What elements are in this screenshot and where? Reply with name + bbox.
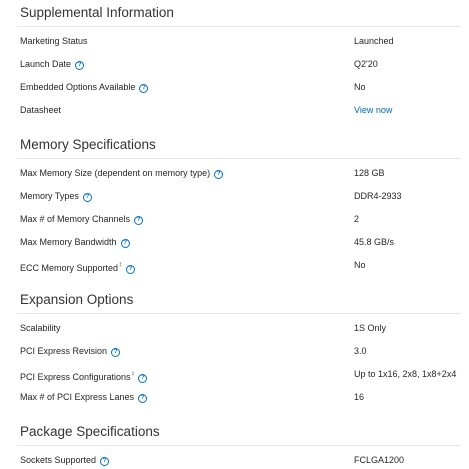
spec-row-pcie-lanes: Max # of PCI Express Lanes? 16 [20, 390, 461, 404]
spec-row-pcie-revision: PCI Express Revision? 3.0 [20, 344, 461, 358]
help-icon[interactable]: ? [138, 394, 148, 403]
spec-row-max-memory-size: Max Memory Size (dependent on memory typ… [20, 166, 461, 180]
section-package-specifications: Package Specifications Sockets Supported… [17, 422, 461, 466]
section-title: Expansion Options [20, 292, 134, 307]
spec-row-scalability: Scalability 1S Only [20, 321, 461, 335]
spec-label: PCI Express Configurations‡? [20, 367, 148, 384]
spec-row-datasheet: Datasheet View now [20, 103, 461, 117]
spec-value: Q2'20 [354, 59, 378, 69]
spec-label: ECC Memory Supported‡? [20, 258, 135, 275]
spec-value: 128 GB [354, 168, 385, 178]
spec-row-ecc-memory: ECC Memory Supported‡? No [20, 258, 461, 275]
help-icon[interactable]: ? [138, 374, 148, 383]
spec-label: Sockets Supported? [20, 453, 110, 467]
help-icon[interactable]: ? [111, 348, 121, 357]
help-icon[interactable]: ? [125, 265, 135, 274]
section-title: Memory Specifications [20, 137, 156, 152]
help-icon[interactable]: ? [214, 170, 224, 179]
spec-row-sockets-supported: Sockets Supported? FCLGA1200 [20, 453, 461, 467]
spec-label: Max # of Memory Channels? [20, 212, 144, 226]
section-divider [17, 158, 461, 159]
help-icon[interactable]: ? [82, 193, 92, 202]
section-divider [17, 445, 461, 446]
spec-value: DDR4-2933 [354, 191, 402, 201]
spec-label: Marketing Status [20, 36, 88, 46]
section-title: Supplemental Information [20, 5, 174, 20]
spec-value: 2 [354, 214, 360, 224]
spec-label: Memory Types? [20, 189, 92, 203]
spec-row-marketing-status: Marketing Status Launched [20, 34, 461, 48]
spec-value: FCLGA1200 [354, 455, 405, 465]
datasheet-view-now-link[interactable]: View now [354, 103, 392, 117]
spec-value: 45.8 GB/s [354, 237, 395, 247]
help-icon[interactable]: ? [139, 84, 149, 93]
spec-row-launch-date: Launch Date? Q2'20 [20, 57, 461, 71]
section-divider [17, 313, 461, 314]
spec-value: No [354, 260, 366, 270]
section-supplemental-information: Supplemental Information Marketing Statu… [17, 3, 461, 115]
spec-page: Supplemental Information Marketing Statu… [0, 0, 469, 469]
spec-row-embedded-options: Embedded Options Available? No [20, 80, 461, 94]
help-icon[interactable]: ? [75, 61, 85, 70]
spec-row-memory-channels: Max # of Memory Channels? 2 [20, 212, 461, 226]
section-memory-specifications: Memory Specifications Max Memory Size (d… [17, 135, 461, 274]
spec-value: Launched [354, 36, 394, 46]
spec-row-pcie-configurations: PCI Express Configurations‡? Up to 1x16,… [20, 367, 461, 384]
spec-row-memory-types: Memory Types? DDR4-2933 [20, 189, 461, 203]
help-icon[interactable]: ? [100, 457, 110, 466]
section-expansion-options: Expansion Options Scalability 1S Only PC… [17, 290, 461, 403]
spec-label: Launch Date? [20, 57, 85, 71]
spec-value: No [354, 82, 366, 92]
footnote-marker: ‡ [131, 371, 135, 377]
section-title: Package Specifications [20, 424, 160, 439]
spec-value: 1S Only [354, 323, 387, 333]
section-divider [17, 26, 461, 27]
spec-value: 16 [354, 392, 365, 402]
spec-label: Datasheet [20, 105, 62, 115]
spec-label: Scalability [20, 323, 61, 333]
spec-label: Embedded Options Available? [20, 80, 149, 94]
spec-label: Max Memory Size (dependent on memory typ… [20, 166, 224, 180]
spec-label: Max # of PCI Express Lanes? [20, 390, 148, 404]
footnote-marker: ‡ [119, 262, 122, 268]
spec-label: Max Memory Bandwidth? [20, 235, 130, 249]
spec-label: PCI Express Revision? [20, 344, 121, 358]
spec-value: Up to 1x16, 2x8, 1x8+2x4 [354, 369, 457, 379]
spec-row-memory-bandwidth: Max Memory Bandwidth? 45.8 GB/s [20, 235, 461, 249]
spec-value: 3.0 [354, 346, 367, 356]
help-icon[interactable]: ? [134, 216, 144, 225]
help-icon[interactable]: ? [120, 239, 130, 248]
